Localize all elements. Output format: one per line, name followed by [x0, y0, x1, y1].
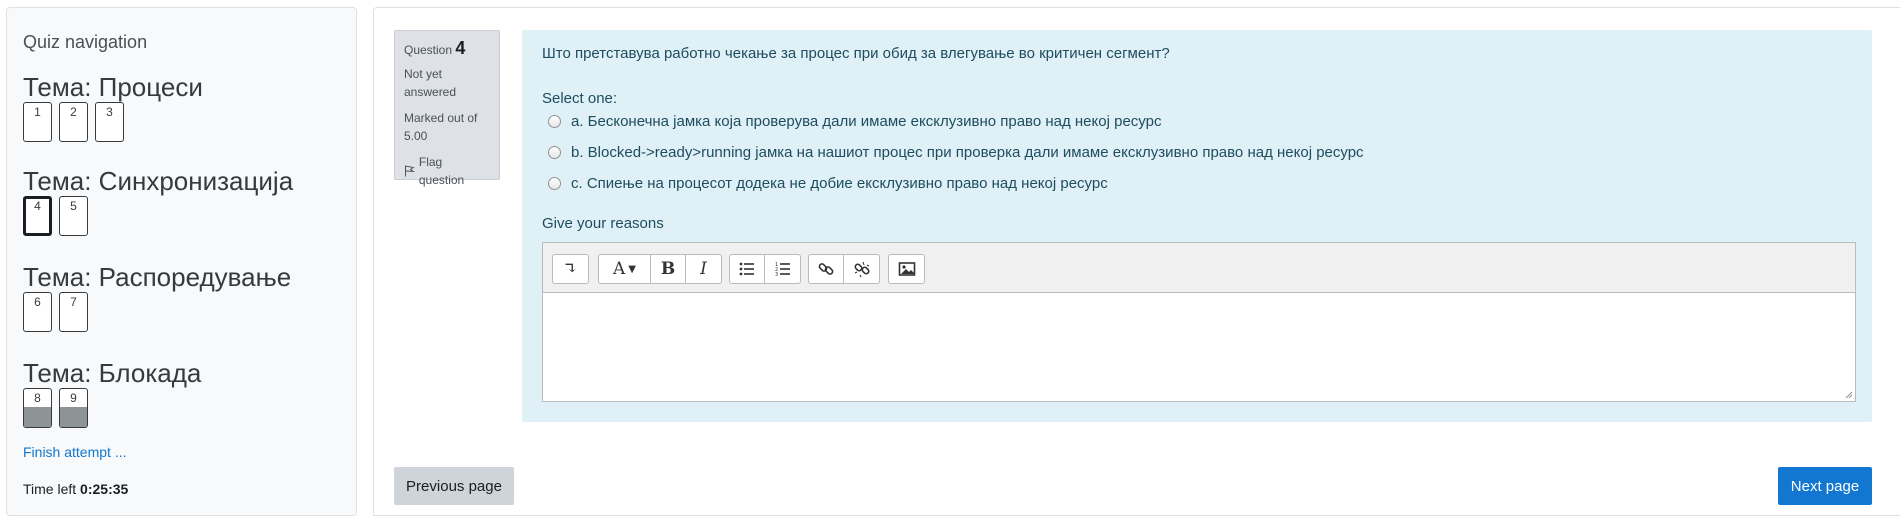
- section-heading-scheduling: Тема: Распоредување: [23, 262, 292, 292]
- quiz-nav-button-9-answered[interactable]: 9: [59, 388, 88, 428]
- next-page-button[interactable]: Next page: [1778, 467, 1872, 505]
- flag-question-label: Flag question: [418, 155, 465, 187]
- question-text: Што претставува работно чекање за процес…: [542, 45, 1170, 62]
- quiz-nav-button-6[interactable]: 6: [23, 292, 52, 332]
- toolbar-group-toggle: ↴: [552, 254, 589, 284]
- flag-question-button[interactable]: Flag question: [404, 153, 490, 189]
- flag-icon: [404, 165, 415, 177]
- question-grade-line2: 5.00: [404, 129, 428, 143]
- question-region: Question 4 Not yet answered Marked out o…: [373, 7, 1900, 516]
- answered-fill: [24, 407, 51, 427]
- quiz-nav-button-7[interactable]: 7: [59, 292, 88, 332]
- radio-option-b[interactable]: [548, 146, 561, 159]
- section-heading-deadlock: Тема: Блокада: [23, 358, 202, 388]
- quiz-navigation-block: Quiz navigation Тема: Процеси 1 2 3 Тема…: [6, 7, 357, 516]
- link-icon[interactable]: [809, 255, 844, 283]
- radio-option-a[interactable]: [548, 115, 561, 128]
- quiz-nav-button-3[interactable]: 3: [95, 102, 124, 142]
- time-left-label: Time left: [23, 481, 77, 497]
- toolbar-group-lists: 1 2 3: [729, 254, 801, 284]
- question-grade-line1: Marked out of: [404, 111, 478, 125]
- answer-option-c[interactable]: c. Спиење на процесот додека не добие ек…: [548, 175, 1108, 192]
- question-number: 4: [455, 38, 466, 58]
- time-left-value: 0:25:35: [80, 481, 129, 497]
- quiz-nav-button-4-current[interactable]: 4: [23, 196, 52, 236]
- reasons-editor: ↴ A ▼ B I 1 2 3: [542, 242, 1856, 402]
- section-heading-synchronization: Тема: Синхронизација: [23, 166, 294, 196]
- editor-text-area[interactable]: [543, 293, 1855, 401]
- question-state: Not yet answered: [404, 65, 490, 101]
- quiz-nav-button-5[interactable]: 5: [59, 196, 88, 236]
- previous-page-button[interactable]: Previous page: [394, 467, 514, 505]
- quiz-navigation-title: Quiz navigation: [23, 32, 148, 52]
- font-style-icon[interactable]: A ▼: [599, 255, 651, 283]
- answer-option-b[interactable]: b. Blocked->ready>running јамка на нашио…: [548, 144, 1364, 161]
- chevron-down-icon: ▼: [628, 263, 636, 275]
- font-style-glyph: A: [613, 259, 626, 279]
- question-grade: Marked out of 5.00: [404, 109, 490, 145]
- editor-toolbar: ↴ A ▼ B I 1 2 3: [543, 243, 1855, 293]
- image-icon[interactable]: [889, 255, 924, 283]
- quiz-nav-button-2[interactable]: 2: [59, 102, 88, 142]
- question-info-panel: Question 4 Not yet answered Marked out o…: [394, 30, 500, 187]
- answer-option-a-label: a. Бесконечна јамка која проверува дали …: [571, 113, 1162, 130]
- resize-grip-icon[interactable]: [1843, 389, 1853, 399]
- unordered-list-icon[interactable]: [730, 255, 765, 283]
- give-reasons-label: Give your reasons: [542, 215, 664, 232]
- toolbar-group-links: [808, 254, 880, 284]
- answered-fill: [60, 407, 87, 427]
- quiz-nav-button-8-answered[interactable]: 8: [23, 388, 52, 428]
- question-label: Question: [404, 43, 453, 57]
- unlink-icon[interactable]: [844, 255, 879, 283]
- answer-option-b-label: b. Blocked->ready>running јамка на нашио…: [571, 144, 1364, 161]
- section-heading-processes: Тема: Процеси: [23, 72, 203, 102]
- finish-attempt-link[interactable]: Finish attempt ...: [23, 444, 126, 460]
- question-content: Што претставува работно чекање за процес…: [522, 30, 1872, 422]
- question-state-line2: answered: [404, 85, 457, 99]
- answer-option-a[interactable]: a. Бесконечна јамка која проверува дали …: [548, 113, 1161, 130]
- question-state-line1: Not yet: [404, 67, 443, 81]
- show-more-icon[interactable]: ↴: [553, 255, 588, 283]
- time-left: Time left 0:25:35: [23, 481, 128, 497]
- quiz-nav-button-1[interactable]: 1: [23, 102, 52, 142]
- toolbar-group-media: [888, 254, 925, 284]
- radio-option-c[interactable]: [548, 177, 561, 190]
- svg-text:3: 3: [775, 272, 778, 278]
- select-one-prompt: Select one:: [542, 90, 618, 107]
- bold-icon[interactable]: B: [651, 255, 686, 283]
- ordered-list-icon[interactable]: 1 2 3: [765, 255, 800, 283]
- italic-icon[interactable]: I: [686, 255, 721, 283]
- toolbar-group-format: A ▼ B I: [598, 254, 722, 284]
- answer-option-c-label: c. Спиење на процесот додека не добие ек…: [571, 175, 1108, 192]
